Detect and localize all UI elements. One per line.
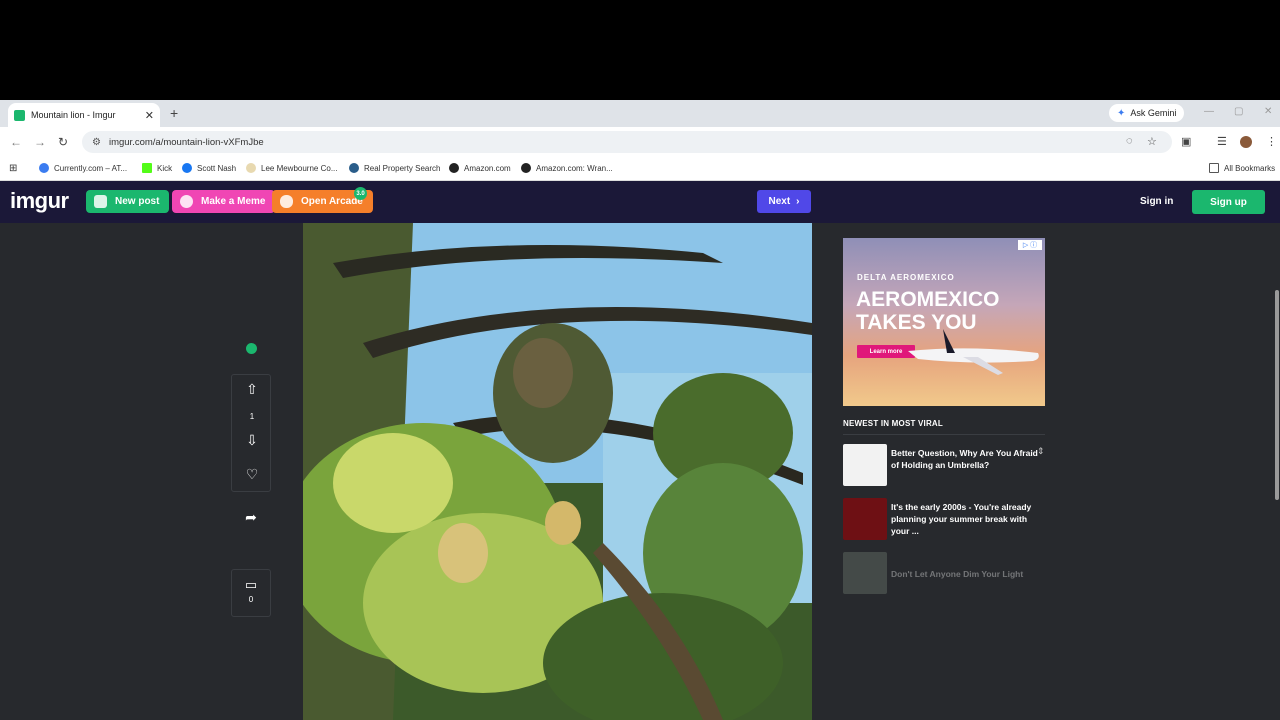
letterbox-top — [0, 0, 1280, 100]
divider — [843, 434, 1045, 435]
comments-button[interactable]: ▭ 0 — [231, 569, 271, 617]
bookmark-real-property[interactable]: Real Property Search — [349, 163, 440, 173]
post-title: Better Question, Why Are You Afraid of H… — [891, 448, 1038, 470]
globe-icon — [39, 163, 49, 173]
kick-icon — [142, 163, 152, 173]
gemini-sparkle-icon: ✦ — [1117, 107, 1126, 119]
bookmark-kick[interactable]: Kick — [142, 163, 172, 173]
browser-chrome: Mountain lion - Imgur ✕ + ✦ Ask Gemini —… — [0, 100, 1280, 181]
bookmark-label: Amazon.com — [464, 163, 511, 173]
downvote-icon[interactable]: ⇩ — [232, 432, 272, 449]
sidebar-heading: NEWEST IN MOST VIRAL — [843, 419, 943, 428]
ad-brand-line: DELTA AEROMEXICO — [857, 273, 955, 282]
amazon-icon — [449, 163, 459, 173]
bookmark-amazon[interactable]: Amazon.com — [449, 163, 511, 173]
close-tab-icon[interactable]: ✕ — [145, 109, 154, 122]
site-info-icon[interactable]: ⚙ — [92, 137, 101, 148]
post-title: Don't Let Anyone Dim Your Light — [891, 569, 1024, 579]
bookmark-label: Kick — [157, 163, 173, 173]
pine-tree-photo — [303, 223, 812, 720]
post-image[interactable] — [303, 223, 812, 720]
gamepad-icon — [280, 195, 293, 208]
profile-avatar[interactable] — [1240, 136, 1252, 148]
imgur-favicon-icon — [14, 109, 25, 121]
site-icon — [349, 163, 359, 173]
folder-icon — [1209, 163, 1219, 173]
bookmark-scott-nash[interactable]: Scott Nash — [182, 163, 236, 173]
imgur-navbar: imgur New post Make a Meme Open Arcade 3… — [0, 181, 1280, 223]
minimize-icon[interactable]: — — [1204, 106, 1214, 117]
bookmark-label: Currently.com – AT... — [54, 163, 128, 173]
share-icon[interactable]: ➦ — [231, 509, 271, 526]
airplane-image — [908, 329, 1039, 375]
facebook-icon — [182, 163, 192, 173]
bookmark-currently[interactable]: Currently.com – AT... — [39, 163, 127, 173]
close-window-icon[interactable]: ✕ — [1264, 106, 1272, 117]
eye-off-icon[interactable]: ◌ — [1126, 135, 1133, 147]
bookmarks-bar: ⊞ Currently.com – AT... Kick Scott Nash … — [0, 157, 1280, 181]
all-bookmarks[interactable]: All Bookmarks — [1209, 163, 1275, 173]
all-bookmarks-label: All Bookmarks — [1224, 163, 1276, 173]
vote-count: 1 — [249, 412, 255, 421]
ad-choices-icon[interactable]: ▷ ⓘ — [1018, 240, 1042, 250]
url-text: imgur.com/a/mountain-lion-vXFmJbe — [108, 136, 264, 148]
list-item[interactable]: Don't Let Anyone Dim Your Light — [843, 552, 1043, 594]
bookmark-star-icon[interactable]: ☆ — [1147, 135, 1157, 148]
ask-gemini-button[interactable]: ✦ Ask Gemini — [1109, 104, 1185, 122]
bookmark-label: Real Property Search — [364, 163, 441, 173]
amazon-icon — [521, 163, 531, 173]
forward-icon[interactable]: → — [34, 135, 46, 149]
bookmark-amazon-wran[interactable]: Amazon.com: Wran... — [521, 163, 613, 173]
site-icon — [246, 163, 256, 173]
comment-count: 0 — [248, 595, 254, 604]
meme-icon — [180, 195, 193, 208]
post-thumbnail — [843, 552, 887, 594]
tab-title: Mountain lion - Imgur — [31, 110, 116, 120]
extensions-icon[interactable]: ▣ — [1181, 135, 1191, 148]
post-title: It's the early 2000s - You're already pl… — [891, 502, 1032, 536]
scrollbar-thumb[interactable] — [1275, 290, 1279, 500]
post-thumbnail — [843, 498, 887, 540]
maximize-icon[interactable]: ▢ — [1234, 106, 1243, 117]
new-post-button[interactable]: New post — [86, 190, 170, 213]
imgur-logo[interactable]: imgur — [10, 188, 69, 214]
post-thumbnail — [843, 444, 887, 486]
new-post-label: New post — [115, 196, 160, 207]
page-scrollbar[interactable] — [1273, 100, 1280, 500]
upvote-icon[interactable]: ⇧ — [232, 381, 272, 398]
next-label: Next — [768, 196, 791, 207]
make-meme-label: Make a Meme — [201, 196, 266, 207]
active-tab[interactable]: Mountain lion - Imgur ✕ — [8, 103, 160, 127]
favorite-heart-icon[interactable]: ♡ — [232, 466, 272, 483]
back-icon[interactable]: ← — [10, 135, 22, 149]
apps-grid-icon[interactable]: ⊞ — [9, 163, 17, 174]
imgur-page: imgur New post Make a Meme Open Arcade 3… — [0, 181, 1280, 720]
sign-in-link[interactable]: Sign in — [1140, 196, 1173, 207]
open-arcade-label: Open Arcade — [301, 196, 363, 207]
advertisement[interactable]: ▷ ⓘ DELTA AEROMEXICO AEROMEXICO TAKES YO… — [843, 238, 1045, 406]
make-meme-button[interactable]: Make a Meme — [172, 190, 276, 213]
vote-panel: ⇧ 1 ⇩ ♡ — [231, 374, 271, 492]
chevron-right-icon: › — [796, 196, 800, 207]
address-bar[interactable]: ⚙ imgur.com/a/mountain-lion-vXFmJbe — [82, 131, 1172, 153]
list-item[interactable]: It's the early 2000s - You're already pl… — [843, 498, 1043, 540]
bookmark-label: Amazon.com: Wran... — [536, 163, 613, 173]
bookmark-label: Scott Nash — [197, 163, 237, 173]
arcade-badge: 3.0 — [354, 187, 367, 200]
status-dot — [246, 343, 257, 354]
scroll-arrow-icon[interactable]: ⇕ — [1037, 446, 1045, 457]
comment-bubble-icon: ▭ — [244, 577, 258, 592]
bookmark-lee-mewbourne[interactable]: Lee Mewbourne Co... — [246, 163, 338, 173]
plus-icon — [94, 195, 107, 208]
list-item[interactable]: Better Question, Why Are You Afraid of H… — [843, 444, 1045, 486]
reading-list-icon[interactable]: ☰ — [1217, 135, 1227, 148]
browser-toolbar: ← → ↻ ⚙ imgur.com/a/mountain-lion-vXFmJb… — [0, 127, 1280, 157]
new-tab-button[interactable]: + — [170, 105, 178, 121]
tab-strip: Mountain lion - Imgur ✕ + ✦ Ask Gemini —… — [0, 100, 1280, 127]
next-button[interactable]: Next › — [757, 190, 811, 213]
ask-gemini-label: Ask Gemini — [1130, 108, 1177, 118]
bookmark-label: Lee Mewbourne Co... — [261, 163, 338, 173]
sign-up-button[interactable]: Sign up — [1192, 190, 1265, 214]
reload-icon[interactable]: ↻ — [58, 135, 68, 149]
